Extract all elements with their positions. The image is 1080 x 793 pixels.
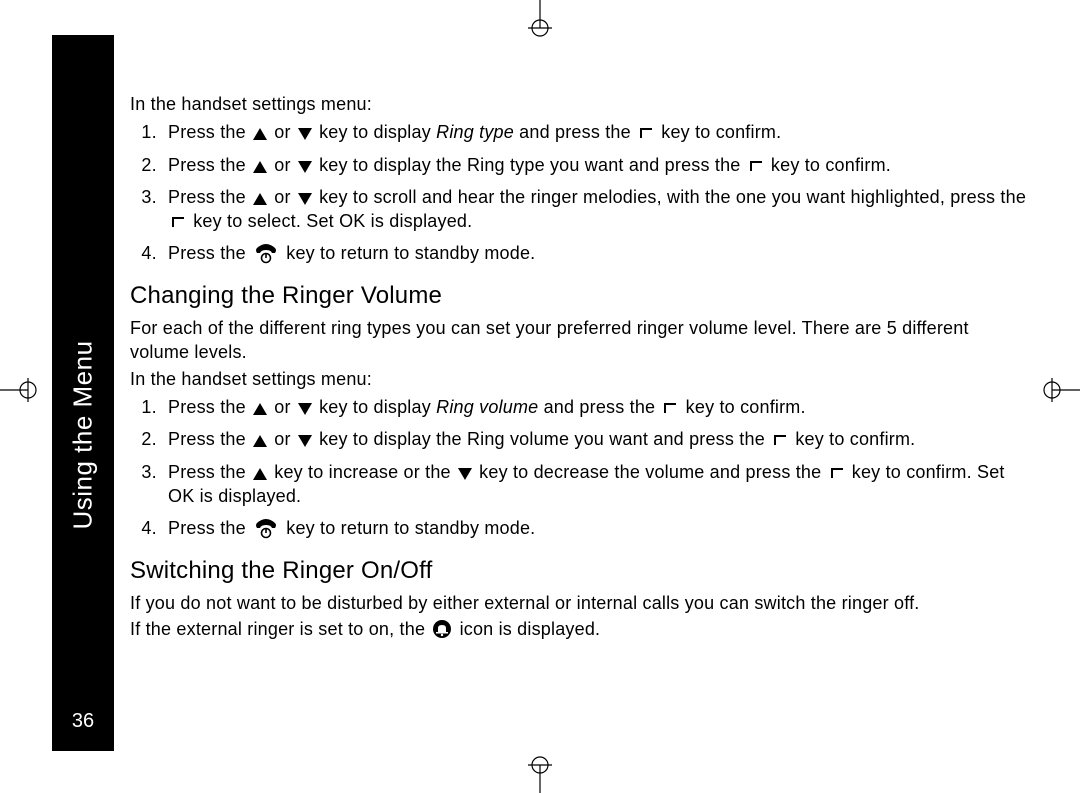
up-arrow-icon bbox=[253, 403, 267, 415]
up-arrow-icon bbox=[253, 128, 267, 140]
section2-step2: Press the or key to display the Ring vol… bbox=[162, 427, 1030, 451]
section2-intro2: In the handset settings menu: bbox=[130, 367, 1030, 391]
section1-intro: In the handset settings menu: bbox=[130, 92, 1030, 116]
down-arrow-icon bbox=[298, 435, 312, 447]
softkey-icon bbox=[662, 401, 678, 415]
section1-step2: Press the or key to display the Ring typ… bbox=[162, 153, 1030, 177]
section2-step1: Press the or key to display Ring volume … bbox=[162, 395, 1030, 419]
section3-intro1: If you do not want to be disturbed by ei… bbox=[130, 591, 1030, 615]
up-arrow-icon bbox=[253, 193, 267, 205]
softkey-icon bbox=[748, 159, 764, 173]
up-arrow-icon bbox=[253, 435, 267, 447]
section2-step3: Press the key to increase or the key to … bbox=[162, 460, 1030, 509]
sidebar-title: Using the Menu bbox=[68, 340, 99, 529]
section2-step4: Press the key to return to standby mode. bbox=[162, 516, 1030, 540]
down-arrow-icon bbox=[298, 161, 312, 173]
up-arrow-icon bbox=[253, 468, 267, 480]
section2-heading: Changing the Ringer Volume bbox=[130, 280, 1030, 312]
down-arrow-icon bbox=[458, 468, 472, 480]
down-arrow-icon bbox=[298, 128, 312, 140]
section1-list: Press the or key to display Ring type an… bbox=[130, 120, 1030, 265]
content: In the handset settings menu: Press the … bbox=[130, 92, 1030, 644]
up-arrow-icon bbox=[253, 161, 267, 173]
section2-list: Press the or key to display Ring volume … bbox=[130, 395, 1030, 540]
crop-mark-left bbox=[0, 370, 40, 410]
crop-mark-bottom bbox=[520, 753, 560, 793]
softkey-icon bbox=[829, 466, 845, 480]
phone-off-icon bbox=[253, 242, 279, 264]
section3-intro2: If the external ringer is set to on, the… bbox=[130, 617, 1030, 641]
down-arrow-icon bbox=[298, 403, 312, 415]
down-arrow-icon bbox=[298, 193, 312, 205]
section1-step4: Press the key to return to standby mode. bbox=[162, 241, 1030, 265]
page-number: 36 bbox=[72, 710, 94, 733]
section2-intro1: For each of the different ring types you… bbox=[130, 316, 1030, 365]
softkey-icon bbox=[170, 215, 186, 229]
section3-heading: Switching the Ringer On/Off bbox=[130, 555, 1030, 587]
section1-step3: Press the or key to scroll and hear the … bbox=[162, 185, 1030, 234]
crop-mark-right bbox=[1040, 370, 1080, 410]
ringer-on-icon bbox=[432, 619, 452, 639]
sidebar: Using the Menu 36 bbox=[52, 35, 114, 751]
phone-off-icon bbox=[253, 517, 279, 539]
page: Using the Menu 36 In the handset setting… bbox=[0, 0, 1080, 793]
softkey-icon bbox=[638, 126, 654, 140]
softkey-icon bbox=[772, 433, 788, 447]
crop-mark-top bbox=[520, 0, 560, 40]
section1-step1: Press the or key to display Ring type an… bbox=[162, 120, 1030, 144]
